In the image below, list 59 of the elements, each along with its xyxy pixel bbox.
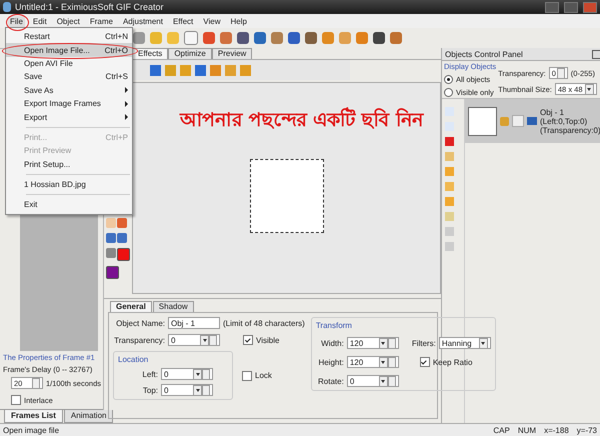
spin-field[interactable]: 120	[346, 337, 399, 349]
group-title: Location	[118, 355, 150, 364]
field-label: Left:	[141, 370, 158, 378]
status-indicator: CAP	[493, 426, 510, 434]
tab[interactable]: Frames List	[4, 410, 63, 423]
menu-item[interactable]: Edit	[30, 16, 49, 26]
field-label: Width:	[320, 338, 344, 348]
field-label: Rotate:	[317, 376, 344, 386]
menu-item[interactable]: Adjustment	[120, 16, 165, 26]
menu-item[interactable]: View	[201, 16, 222, 26]
checkbox-label: Keep Ratio	[432, 358, 472, 366]
object-row[interactable]: Obj - 1 (Left:0,Top:0) (Transparency:0)	[465, 99, 600, 143]
text-field[interactable]: Obj - 1	[168, 317, 220, 329]
menu-item[interactable]: Object	[54, 16, 82, 26]
menu-item[interactable]: Save As	[6, 84, 132, 97]
status-indicator: NUM	[518, 426, 536, 434]
menu-item[interactable]: File	[8, 16, 25, 26]
status-message: Open image file	[3, 426, 60, 434]
status-indicator: y=-73	[576, 426, 597, 434]
spin-field[interactable]: Hanning	[438, 337, 491, 349]
menu-item[interactable]: Open Image File... Ctrl+O	[6, 43, 132, 57]
hint-text: (Limit of 48 characters)	[223, 318, 305, 328]
spin-field[interactable]: 120	[346, 356, 399, 368]
field-label: Transparency:	[113, 336, 165, 344]
object-transparency: (Transparency:0)	[540, 126, 600, 134]
field-label: Object Name:	[115, 318, 165, 328]
spin-field[interactable]: 0	[346, 375, 399, 387]
canvas-text: আপনার পছন্দের একটি ছবি নিন	[180, 106, 424, 133]
menu-item[interactable]: Exit	[6, 198, 132, 212]
checkbox-label: Visible	[256, 336, 280, 344]
menu-item[interactable]: Export Image Frames	[6, 96, 132, 110]
object-position: (Left:0,Top:0)	[540, 116, 588, 126]
tab[interactable]: Preview	[212, 48, 252, 59]
spin-field[interactable]: 0	[161, 368, 213, 380]
menu-item[interactable]: 1 Hossian BD.jpg	[6, 178, 132, 192]
menu-item[interactable]: Export	[6, 110, 132, 124]
spin-field[interactable]: 0	[161, 384, 213, 396]
menu-item[interactable]: Frame	[88, 16, 115, 26]
field-label: Height:	[317, 358, 344, 366]
spin-field[interactable]: 0	[168, 334, 220, 346]
panel-title: Objects Control Panel	[445, 50, 523, 58]
field-label: Top:	[142, 386, 158, 394]
tab[interactable]: Effects	[132, 48, 168, 59]
window-title: Untitled:1 - EximiousSoft GIF Creator	[15, 2, 165, 12]
menu-item[interactable]: Restart Ctrl+N	[6, 30, 132, 44]
menu-item[interactable]: Print Setup...	[6, 158, 132, 171]
checkbox-label: Lock	[255, 371, 272, 380]
menu-item[interactable]: Save Ctrl+S	[6, 70, 132, 84]
object-name: Obj - 1	[540, 108, 564, 116]
tab[interactable]: Animation	[64, 410, 114, 423]
tab[interactable]: Optimize	[168, 48, 212, 59]
tab[interactable]: Shadow	[152, 301, 194, 312]
menu-item[interactable]: Open AVI File	[6, 56, 132, 70]
group-title: Transform	[316, 321, 353, 330]
field-label: Filters:	[412, 338, 436, 348]
menu-item[interactable]: Effect	[170, 16, 196, 26]
tab[interactable]: General	[110, 301, 152, 312]
status-indicator: x=-188	[544, 426, 569, 434]
menu-item[interactable]: Help	[228, 16, 249, 26]
